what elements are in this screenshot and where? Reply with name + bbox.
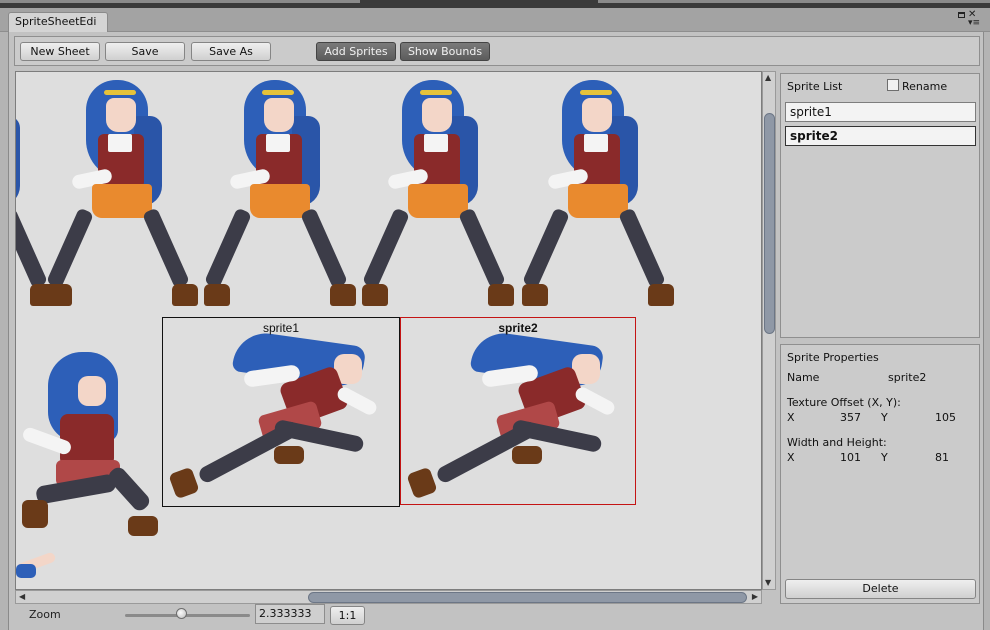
new-sheet-button[interactable]: New Sheet — [20, 42, 100, 61]
name-value: sprite2 — [888, 371, 927, 384]
zoom-slider-thumb[interactable] — [176, 608, 188, 619]
vertical-scrollbar[interactable]: ▲ ▼ — [762, 71, 776, 590]
rename-label[interactable]: Rename — [902, 80, 947, 93]
maximize-icon[interactable] — [958, 12, 965, 18]
reset-zoom-button[interactable]: 1:1 — [330, 606, 365, 625]
sprite-bound-label: sprite1 — [262, 321, 300, 335]
texture-offset-label: Texture Offset (X, Y): — [787, 396, 901, 409]
size-label: Width and Height: — [787, 436, 887, 449]
sprite-list-panel: Sprite List Rename sprite1 sprite2 — [780, 73, 980, 338]
sprite-properties-panel: Sprite Properties Name sprite2 Texture O… — [780, 344, 980, 604]
sprite-sheet-canvas[interactable]: sprite1 sprite2 — [15, 71, 762, 590]
editor-title-bar: SpriteSheetEdi ✕ ▾≡ — [0, 8, 990, 32]
horizontal-scroll-thumb[interactable] — [308, 592, 747, 603]
status-bar: Zoom 2.333333 1:1 — [15, 604, 776, 626]
scroll-left-icon[interactable]: ◀ — [19, 593, 25, 601]
add-sprites-button[interactable]: Add Sprites — [316, 42, 396, 61]
offset-x-value: 357 — [840, 411, 861, 424]
zoom-label: Zoom — [29, 608, 61, 621]
sprite-image — [522, 76, 674, 316]
horizontal-scrollbar[interactable]: ◀ ▶ — [15, 590, 762, 604]
scroll-up-icon[interactable]: ▲ — [765, 74, 771, 82]
sprite-list-item-selected[interactable]: sprite2 — [785, 126, 976, 146]
scroll-right-icon[interactable]: ▶ — [752, 593, 758, 601]
delete-button[interactable]: Delete — [785, 579, 976, 599]
offset-y-label: Y — [881, 411, 888, 424]
width-value: 101 — [840, 451, 861, 464]
offset-x-label: X — [787, 411, 795, 424]
sprite-image — [18, 352, 168, 552]
sprite-list-title: Sprite List — [787, 80, 843, 93]
sprite-image — [362, 76, 514, 316]
top-strip-segment — [0, 0, 360, 3]
width-label: X — [787, 451, 795, 464]
name-label: Name — [787, 371, 820, 384]
top-window-strip — [0, 0, 990, 8]
show-bounds-button[interactable]: Show Bounds — [400, 42, 490, 61]
zoom-slider[interactable] — [125, 614, 250, 617]
scroll-down-icon[interactable]: ▼ — [765, 579, 771, 587]
sprite-properties-title: Sprite Properties — [787, 351, 879, 364]
sprite-image — [204, 76, 356, 316]
rename-checkbox[interactable] — [887, 79, 899, 91]
scroll-corner — [762, 590, 776, 604]
sprite-image — [16, 550, 68, 580]
sprite-image — [46, 76, 198, 316]
sprite-bound-label: sprite2 — [498, 321, 538, 335]
height-value: 81 — [935, 451, 949, 464]
sprite-bound-selected[interactable]: sprite2 — [400, 317, 636, 505]
save-as-button[interactable]: Save As — [191, 42, 271, 61]
save-button[interactable]: Save — [105, 42, 185, 61]
zoom-input[interactable]: 2.333333 — [255, 604, 325, 624]
window-controls: ✕ ▾≡ — [952, 10, 982, 30]
toolbar: New Sheet Save Save As Add Sprites Show … — [14, 36, 980, 66]
context-menu-icon[interactable]: ▾≡ — [968, 19, 980, 28]
sprite-bound[interactable]: sprite1 — [162, 317, 400, 507]
offset-y-value: 105 — [935, 411, 956, 424]
top-strip-segment — [598, 0, 990, 3]
sprite-list-item[interactable]: sprite1 — [785, 102, 976, 122]
vertical-scroll-thumb[interactable] — [764, 113, 775, 335]
editor-tab[interactable]: SpriteSheetEdi — [8, 12, 108, 32]
height-label: Y — [881, 451, 888, 464]
